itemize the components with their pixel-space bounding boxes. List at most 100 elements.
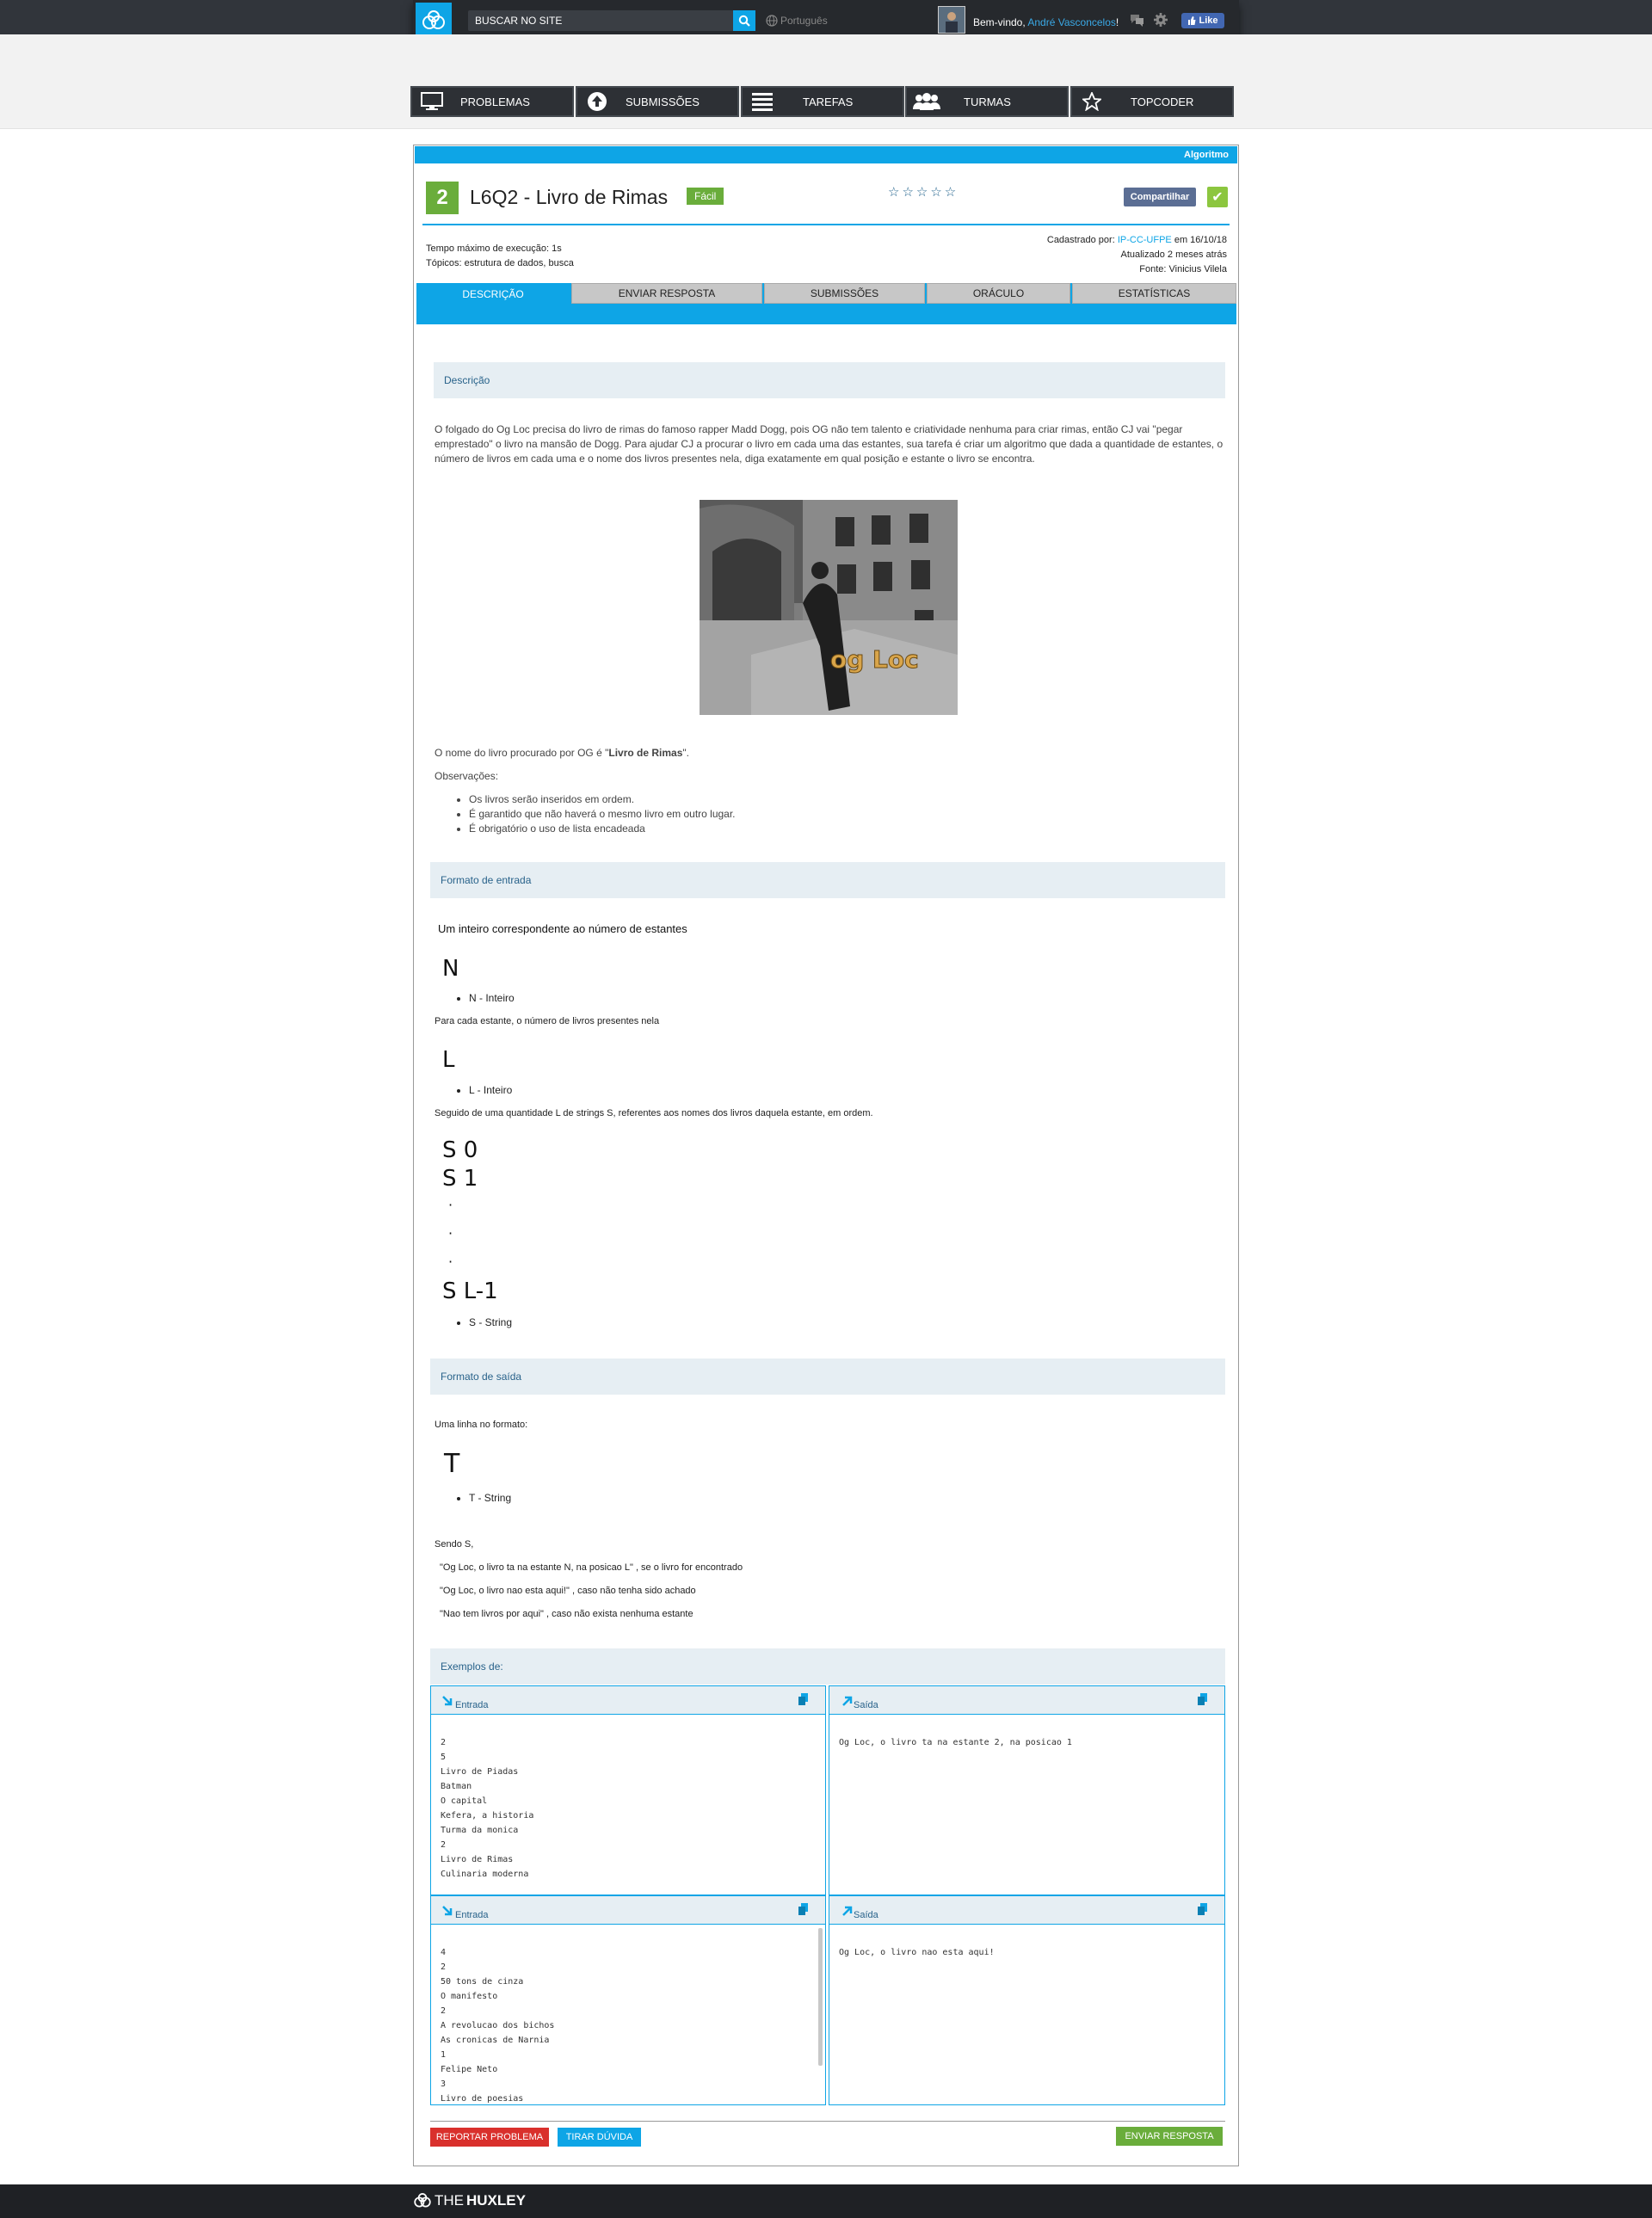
report-problem-button[interactable]: REPORTAR PROBLEMA [430,2128,549,2147]
footer-logo[interactable]: THE HUXLEY [413,2192,526,2209]
list-icon [752,93,773,111]
example-output-body: Og Loc, o livro nao esta aqui! [829,1925,1225,2105]
copy-icon[interactable] [798,1902,810,1916]
user-link[interactable]: André Vasconcelos [1027,16,1116,28]
problem-info: Cadastrado por: IP-CC-UFPE em 16/10/18 A… [1047,233,1227,277]
nav-tarefas[interactable]: TAREFAS [741,86,904,117]
arrow-in-icon [442,1906,453,1916]
globe-icon [766,15,778,27]
arrow-out-icon [842,1906,853,1916]
input-line3: Seguido de uma quantidade L de strings S… [435,1108,873,1118]
var-t: T [444,1449,460,1479]
example-output-header: Saída [829,1685,1225,1715]
updated-text: Atualizado 2 meses atrás [1120,250,1227,260]
thumbs-up-icon [1188,16,1196,25]
divider [422,224,1230,225]
search-icon [738,15,750,27]
divider [430,2121,1225,2122]
author-link[interactable]: IP-CC-UFPE [1118,235,1172,245]
upload-icon [588,92,607,111]
ask-question-button[interactable]: TIRAR DÚVIDA [558,2128,641,2147]
search-button[interactable] [733,10,755,31]
avatar[interactable] [938,6,965,34]
input-intro: Um inteiro correspondente ao número de e… [438,922,687,935]
registered-by: Cadastrado por: IP-CC-UFPE em 16/10/18 [1046,235,1227,245]
gear-icon[interactable] [1153,13,1168,27]
tab-descricao[interactable]: DESCRIÇÃO [416,283,570,305]
sendo-text: Sendo S, [435,1539,474,1550]
share-button[interactable]: Compartilhar [1124,188,1196,206]
ellipsis-dot: · [448,1197,453,1213]
var-sl: S L-1 [442,1278,498,1304]
book-name-text: O nome do livro procurado por OG é "Livr… [435,747,689,759]
ellipsis-dot: · [448,1225,453,1241]
nav-submissoes[interactable]: SUBMISSÕES [576,86,739,117]
var-n-list: N - Inteiro [469,991,515,1006]
description-text: O folgado do Og Loc precisa do livro de … [435,423,1224,465]
language-selector[interactable]: Português [766,15,828,27]
topics: Tópicos: estrutura de dados, busca [426,258,574,268]
source-text: Fonte: Vinicius Vilela [1139,264,1227,274]
nav-topcoder[interactable]: TOPCODER [1070,86,1234,117]
list-item: N - Inteiro [469,991,515,1006]
tab-enviar-resposta[interactable]: ENVIAR RESPOSTA [571,283,762,304]
star-icon [1082,92,1101,111]
var-l-list: L - Inteiro [469,1083,512,1098]
problem-meta: Tempo máximo de execução: 1s Tópicos: es… [426,242,574,271]
observations-label: Observações: [435,770,499,782]
output-intro: Uma linha no formato: [435,1420,528,1430]
output-option: "Nao tem livros por aqui" , caso não exi… [440,1609,693,1619]
var-s0: S 0 [442,1137,478,1163]
example-input-body: 2 5 Livro de Piadas Batman O capital Kef… [430,1715,826,1895]
rating-stars[interactable]: ☆☆☆☆☆ [888,184,959,200]
description-heading: Descrição [434,362,1225,398]
tab-estatisticas[interactable]: ESTATÍSTICAS [1072,283,1236,304]
list-item: S - String [469,1315,512,1330]
footer: THE HUXLEY [0,2184,1652,2218]
list-item: L - Inteiro [469,1083,512,1098]
nav-problemas[interactable]: PROBLEMAS [410,86,574,117]
var-n: N [442,956,459,982]
example-input-header: Entrada [430,1895,826,1925]
copy-icon[interactable] [1197,1902,1209,1916]
submit-answer-button[interactable]: ENVIAR RESPOSTA [1116,2127,1223,2146]
facebook-like-button[interactable]: Like [1181,13,1224,28]
tab-bar: DESCRIÇÃO ENVIAR RESPOSTA SUBMISSÕES ORÁ… [416,283,1236,324]
example-input-body: 4 2 50 tons de cinza O manifesto 2 A rev… [430,1925,826,2105]
tab-submissoes[interactable]: SUBMISSÕES [764,283,925,304]
list-item: T - String [469,1491,511,1506]
difficulty-badge: Fácil [687,188,724,205]
example-output-header: Saída [829,1895,1225,1925]
example-input-text: 4 2 50 tons de cinza O manifesto 2 A rev… [441,1948,555,2104]
list-item: É obrigatório o uso de lista encadeada [469,822,736,836]
solved-check-icon: ✔ [1207,187,1228,207]
var-t-list: T - String [469,1491,511,1506]
list-item: Os livros serão inseridos em ordem. [469,792,736,807]
og-loc-image: og Loc [700,500,958,715]
nav-turmas[interactable]: TURMAS [905,86,1069,117]
search-input[interactable] [475,10,724,31]
input-format-heading: Formato de entrada [430,862,1225,898]
group-icon [913,93,940,110]
page-title: L6Q2 - Livro de Rimas [470,186,669,208]
scrollbar[interactable] [818,1928,823,2066]
var-s1: S 1 [442,1166,478,1192]
tab-oraculo[interactable]: ORÁCULO [927,283,1070,304]
copy-icon[interactable] [798,1692,810,1706]
example-input-header: Entrada [430,1685,826,1715]
messages-icon[interactable] [1129,13,1144,27]
arrow-out-icon [842,1696,853,1706]
example-output-text: Og Loc, o livro nao esta aqui! [839,1948,995,1957]
copy-icon[interactable] [1197,1692,1209,1706]
problem-panel: Algoritmo 2 L6Q2 - Livro de Rimas Fácil … [413,145,1239,2166]
arrow-in-icon [442,1696,453,1706]
output-option: "Og Loc, o livro ta na estante N, na pos… [440,1562,743,1573]
output-option: "Og Loc, o livro nao esta aqui!" , caso … [440,1586,696,1596]
huxley-logo-icon[interactable] [416,3,452,39]
category-label: Algoritmo [1184,150,1229,160]
search-box [468,10,740,31]
time-limit: Tempo máximo de execução: 1s [426,243,562,254]
huxley-logo-icon [414,2193,431,2208]
example-output-text: Og Loc, o livro ta na estante 2, na posi… [839,1738,1072,1747]
example-output-body: Og Loc, o livro ta na estante 2, na posi… [829,1715,1225,1895]
